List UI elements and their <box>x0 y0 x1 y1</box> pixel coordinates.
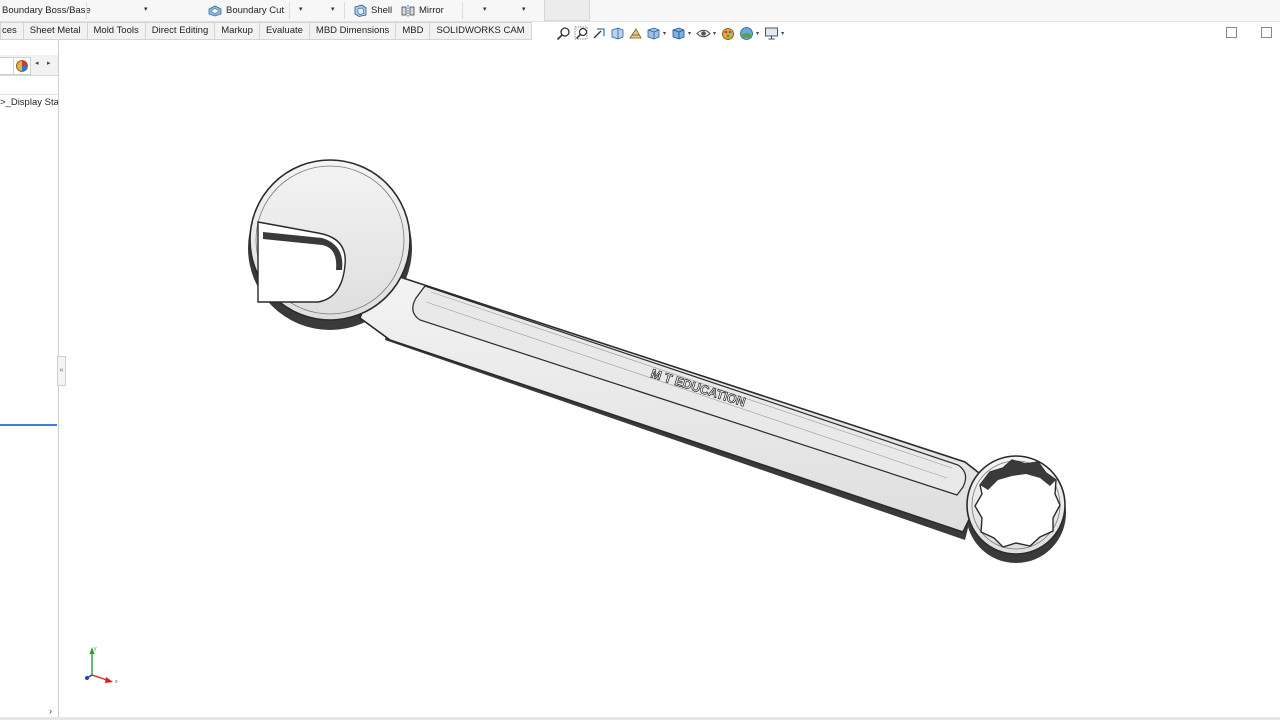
restore-pane-icon[interactable] <box>1226 27 1237 38</box>
tab-sheet-metal[interactable]: Sheet Metal <box>23 22 88 40</box>
edit-appearance-icon[interactable] <box>721 26 736 41</box>
mirror-label: Mirror <box>419 5 444 16</box>
mirror-button[interactable]: Mirror <box>401 0 444 21</box>
display-state-tree-item[interactable]: >_Display Stat <box>0 97 58 108</box>
chevron-down-icon[interactable]: ▾ <box>483 5 487 13</box>
reference-triad: y x <box>85 646 118 685</box>
tab-mold-tools[interactable]: Mold Tools <box>87 22 146 40</box>
zoom-to-area-icon[interactable] <box>574 26 589 41</box>
triad-x-label: x <box>115 679 118 685</box>
chevron-down-icon[interactable]: ▾ <box>663 30 666 37</box>
scroll-right-icon[interactable]: ▸ <box>47 59 51 67</box>
view-orientation-icon[interactable] <box>646 26 661 41</box>
toolbar-separator <box>344 2 345 19</box>
heads-up-view-toolbar: ▾ ▾ ▾ ▾ ▾ <box>556 25 786 41</box>
chevron-down-icon[interactable]: ▾ <box>522 5 526 13</box>
tab-markup[interactable]: Markup <box>215 22 260 40</box>
chevron-down-icon[interactable]: ▾ <box>688 30 691 37</box>
tab-mbd-dimensions[interactable]: MBD Dimensions <box>309 22 397 40</box>
zoom-to-fit-icon[interactable] <box>556 26 571 41</box>
scroll-left-icon[interactable]: ◂ <box>35 59 39 67</box>
panel-tabs: ◂ ▸ <box>0 55 58 76</box>
display-style-icon[interactable] <box>671 26 686 41</box>
wrench-open-end <box>249 159 411 321</box>
chevron-down-icon[interactable]: ▾ <box>144 5 148 13</box>
tab-solidworks-cam[interactable]: SOLIDWORKS CAM <box>430 22 532 40</box>
shell-icon <box>354 4 367 17</box>
tab-evaluate[interactable]: Evaluate <box>259 22 310 40</box>
boundary-boss-base-button[interactable]: Boundary Boss/Base <box>2 0 91 21</box>
wrench-box-end <box>966 455 1066 555</box>
mirror-icon <box>401 5 415 17</box>
tab-direct-editing[interactable]: Direct Editing <box>145 22 216 40</box>
toolbar-separator <box>462 2 463 19</box>
toolbar-separator <box>86 2 87 19</box>
chevron-down-icon[interactable]: ▾ <box>331 5 335 13</box>
triad-y-label: y <box>94 646 97 652</box>
graphics-area[interactable]: M T EDUCATION <box>60 40 1280 717</box>
chevron-down-icon[interactable]: ▾ <box>299 5 303 13</box>
chevron-down-icon[interactable]: ▾ <box>713 30 716 37</box>
feature-manager-tab[interactable] <box>0 57 14 75</box>
boundary-boss-base-label: Boundary Boss/Base <box>2 5 91 16</box>
section-view-icon[interactable] <box>610 26 625 41</box>
view-settings-icon[interactable] <box>764 26 779 41</box>
tab-mbd[interactable]: MBD <box>396 22 431 40</box>
apply-scene-icon[interactable] <box>739 26 754 41</box>
boundary-cut-icon <box>208 5 222 17</box>
command-manager-tabs: ces Sheet Metal Mold Tools Direct Editin… <box>0 22 532 40</box>
hide-show-items-icon[interactable] <box>696 26 711 41</box>
window-controls <box>1226 27 1272 38</box>
shell-button[interactable]: Shell <box>353 0 392 21</box>
shell-label: Shell <box>371 5 393 16</box>
toolbar-blank-button[interactable] <box>544 0 590 21</box>
tab-surfaces[interactable]: ces <box>0 22 24 40</box>
command-manager-toolbar: Boundary Boss/Base ▾ Boundary Cut ▾ ▾ Sh… <box>0 0 1280 22</box>
boundary-cut-button[interactable]: Boundary Cut <box>208 0 284 21</box>
panel-filter-row <box>0 77 58 95</box>
expand-arrow-icon[interactable]: › <box>49 706 52 716</box>
panel-splitter[interactable] <box>0 424 57 426</box>
boundary-cut-label: Boundary Cut <box>226 5 285 16</box>
display-manager-icon <box>16 60 28 72</box>
chevron-down-icon[interactable]: ▾ <box>756 30 759 37</box>
previous-view-icon[interactable] <box>592 26 607 41</box>
wrench-model[interactable]: M T EDUCATION <box>60 40 1280 717</box>
dynamic-annotation-views-icon[interactable] <box>628 26 643 41</box>
toolbar-separator <box>289 2 290 19</box>
chevron-down-icon[interactable]: ▾ <box>781 30 784 37</box>
feature-manager-panel: ◂ ▸ >_Display Stat › <box>0 40 59 719</box>
maximize-pane-icon[interactable] <box>1261 27 1272 38</box>
display-manager-tab[interactable] <box>13 57 31 75</box>
